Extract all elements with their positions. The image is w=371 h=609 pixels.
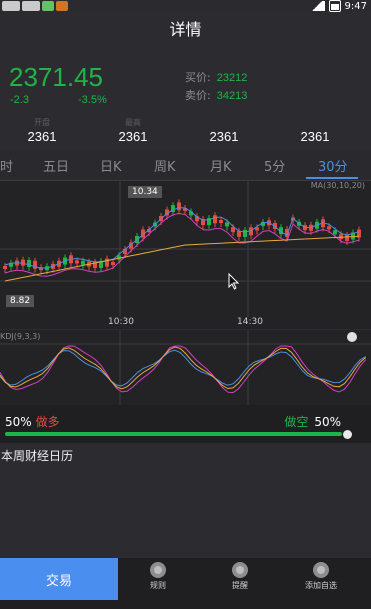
bid-label: 买价: (185, 71, 211, 84)
time-label: 10:30 (108, 317, 134, 327)
calendar-title[interactable]: 本周财经日历 (1, 447, 73, 464)
candle (333, 230, 337, 235)
candle (219, 220, 223, 224)
bid-value: 23212 (216, 72, 248, 84)
long-short-ratio: 50% 做多 做空 50% (0, 405, 371, 443)
tab-30min[interactable]: 30分 (318, 156, 348, 175)
candlestick-svg (0, 181, 371, 317)
kdj-settings-toggle[interactable] (347, 332, 357, 342)
time-label: 14:30 (237, 317, 263, 327)
candle (345, 234, 349, 241)
stat-value: 2361 (27, 129, 57, 144)
ask-value: 34213 (216, 90, 248, 102)
candle (177, 202, 181, 211)
tab-day-k[interactable]: 日K (100, 156, 122, 175)
stat-label: 最高 (125, 118, 141, 127)
stat-item: 2361 (285, 117, 345, 144)
ratio-slider-knob[interactable] (343, 430, 352, 439)
tab-week-k[interactable]: 周K (154, 156, 176, 175)
candle (27, 259, 31, 267)
bid-price: 买价: 23212 (185, 69, 247, 85)
stat-item: 2361 (194, 117, 254, 144)
active-tab-indicator (306, 177, 358, 179)
ask-label: 卖价: (185, 89, 211, 102)
stat-value: 2361 (118, 129, 148, 144)
price-change-abs: -2.3 (10, 94, 29, 106)
add-favorite-icon (313, 562, 329, 578)
long-pct: 50% (5, 415, 32, 429)
app-icon-4 (56, 1, 68, 11)
candle (243, 229, 247, 237)
quote-panel: 2371.45 -2.3 -3.5% 买价: 23212 卖价: 34213 (0, 42, 371, 117)
status-right: 9:47 (308, 0, 367, 12)
nav-label: 添加自选 (305, 581, 337, 590)
nav-label: 提醒 (232, 581, 248, 590)
stat-value: 2361 (300, 129, 330, 144)
stats-row: 开盘 2361 最高 2361 2361 2361 (0, 117, 371, 149)
candle (213, 215, 217, 224)
candlestick-chart[interactable]: MA(30,10,20) 10.34 8.82 (0, 181, 371, 317)
signal-icon (308, 1, 325, 11)
app-icon-1 (2, 1, 20, 11)
period-tabs: 时 五日 日K 周K 月K 5分 30分 (0, 150, 371, 181)
app-icon-2 (22, 1, 40, 11)
candle (3, 266, 7, 269)
short-side: 做空 50% (284, 413, 341, 430)
high-price-label: 10.34 (128, 186, 162, 198)
candle (105, 258, 109, 267)
status-left-icons (0, 0, 68, 12)
long-tag: 做多 (35, 415, 60, 429)
app-icon-3 (42, 1, 54, 11)
trade-button[interactable]: 交易 (0, 558, 118, 600)
short-pct: 50% (314, 415, 341, 429)
status-time: 9:47 (344, 0, 367, 12)
kdj-svg (0, 330, 371, 405)
candle (327, 226, 331, 230)
econ-calendar-section: 本周财经日历 (0, 443, 371, 558)
tab-time[interactable]: 时 (0, 156, 13, 175)
nav-add-favorite[interactable]: 添加自选 (291, 562, 351, 591)
long-side: 50% 做多 (5, 413, 60, 430)
short-tag: 做空 (284, 415, 309, 429)
stat-label (194, 117, 254, 129)
time-axis: 10:30 14:30 (0, 317, 371, 329)
bottom-nav: 交易 规则 提醒 添加自选 (0, 558, 371, 609)
tab-5min[interactable]: 5分 (264, 156, 285, 175)
page-title: 详情 (169, 20, 202, 39)
candle (81, 260, 85, 265)
candle (75, 260, 79, 264)
mouse-cursor-icon (228, 273, 240, 290)
ma-legend: MA(30,10,20) (310, 181, 365, 190)
candle (111, 262, 115, 265)
low-price-label: 8.82 (6, 295, 35, 307)
kdj-indicator[interactable]: KDJ(9,3,3) (0, 330, 371, 405)
stat-item: 最高 2361 (103, 117, 163, 144)
nav-label: 规则 (150, 581, 166, 590)
kdj-label: KDJ(9,3,3) (0, 332, 41, 341)
rules-icon (150, 562, 166, 578)
stat-label: 开盘 (34, 118, 50, 127)
tab-month-k[interactable]: 月K (210, 156, 232, 175)
candle (225, 222, 229, 227)
battery-icon (328, 0, 341, 12)
current-price: 2371.45 (9, 62, 103, 92)
reminder-icon (232, 562, 248, 578)
status-bar: 9:47 (0, 0, 371, 12)
ask-price: 卖价: 34213 (185, 87, 247, 103)
ratio-bar (5, 432, 342, 436)
stat-value: 2361 (209, 129, 239, 144)
top-bar: 详情 (0, 12, 371, 42)
stat-label (285, 117, 345, 129)
nav-reminder[interactable]: 提醒 (210, 562, 270, 591)
tab-five-day[interactable]: 五日 (43, 156, 69, 175)
stat-item: 开盘 2361 (12, 117, 72, 144)
price-change-pct: -3.5% (78, 94, 107, 106)
nav-rules[interactable]: 规则 (128, 562, 188, 591)
